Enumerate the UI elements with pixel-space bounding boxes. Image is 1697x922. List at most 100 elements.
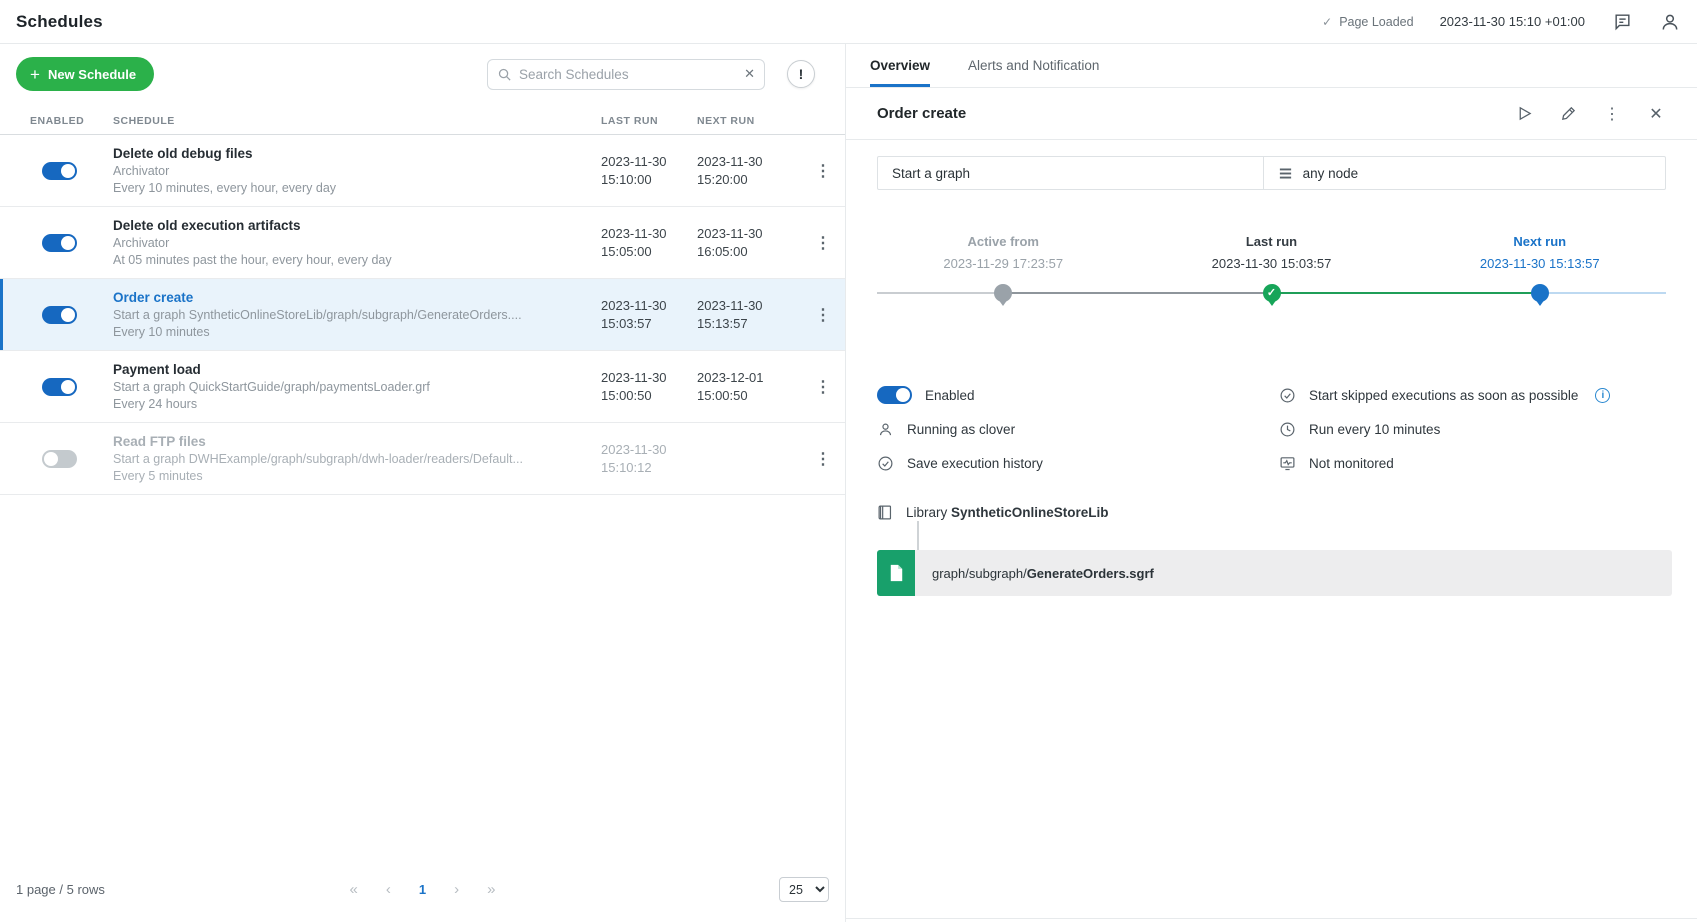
search-icon	[497, 67, 512, 82]
graph-file-path: graph/subgraph/GenerateOrders.sgrf	[932, 566, 1154, 581]
detail-title: Order create	[877, 105, 966, 122]
schedules-app: Schedules ✓ Page Loaded 2023-11-30 15:10…	[0, 0, 1697, 922]
tab-overview[interactable]: Overview	[870, 44, 930, 87]
next-page-icon[interactable]: ›	[454, 882, 459, 897]
timeline-next-run[interactable]: Next run 2023-11-30 15:13:57	[1420, 234, 1660, 271]
run-timeline: Active from 2023-11-29 17:23:57 Last run…	[877, 234, 1666, 304]
schedule-title: Delete old execution artifacts	[113, 216, 601, 235]
check-circle-icon	[1279, 387, 1296, 404]
schedule-recurrence: At 05 minutes past the hour, every hour,…	[113, 252, 601, 269]
schedule-subtitle: Start a graph SyntheticOnlineStoreLib/gr…	[113, 307, 601, 324]
pagination-bar: 1 page / 5 rows « ‹ 1 › » 25	[0, 863, 845, 922]
run-now-icon[interactable]	[1514, 104, 1534, 124]
feedback-icon[interactable]	[1611, 11, 1633, 33]
table-row[interactable]: Order create Start a graph SyntheticOnli…	[0, 279, 845, 351]
row-menu-icon[interactable]: ⋮	[801, 449, 845, 469]
detail-enabled-toggle[interactable]	[877, 386, 912, 404]
edit-icon[interactable]	[1558, 104, 1578, 124]
last-run-cell: 2023-11-3015:00:50	[601, 369, 697, 405]
timeline-segment	[1003, 292, 1271, 294]
enabled-toggle[interactable]	[42, 306, 77, 324]
col-last-run: LAST RUN	[601, 115, 697, 127]
col-schedule: SCHEDULE	[113, 115, 601, 127]
enabled-toggle[interactable]	[42, 234, 77, 252]
clock-icon	[1279, 421, 1296, 438]
topbar-right: ✓ Page Loaded 2023-11-30 15:10 +01:00	[1322, 11, 1681, 33]
col-next-run: NEXT RUN	[697, 115, 801, 127]
top-bar: Schedules ✓ Page Loaded 2023-11-30 15:10…	[0, 0, 1697, 44]
properties-left-column: Enabled Running as clover Save execution…	[877, 378, 1279, 480]
schedule-recurrence: Every 5 minutes	[113, 468, 601, 485]
pagination-summary: 1 page / 5 rows	[16, 882, 105, 897]
monitored-property: Not monitored	[1279, 446, 1666, 480]
main-body: + New Schedule ✕ ! ENABLED SCHEDULE LAST…	[0, 44, 1697, 922]
library-row: Library SyntheticOnlineStoreLib	[877, 504, 1666, 521]
user-icon[interactable]	[1659, 11, 1681, 33]
last-run-cell: 2023-11-3015:03:57	[601, 297, 697, 333]
row-menu-icon[interactable]: ⋮	[801, 377, 845, 397]
table-row[interactable]: Delete old debug files Archivator Every …	[0, 135, 845, 207]
timeline-last-run: Last run 2023-11-30 15:03:57	[1152, 234, 1392, 271]
table-row[interactable]: Payment load Start a graph QuickStartGui…	[0, 351, 845, 423]
library-book-icon	[877, 504, 894, 521]
table-row[interactable]: Delete old execution artifacts Archivato…	[0, 207, 845, 279]
schedule-subtitle: Start a graph QuickStartGuide/graph/paym…	[113, 379, 601, 396]
detail-actions: ⋮ ✕	[1514, 104, 1666, 124]
enabled-toggle[interactable]	[42, 162, 77, 180]
schedule-subtitle: Archivator	[113, 235, 601, 252]
timeline-segment	[1540, 292, 1666, 294]
properties-right-column: Start skipped executions as soon as poss…	[1279, 378, 1666, 480]
node-select[interactable]: any node	[1264, 157, 1665, 189]
schedules-list-panel: + New Schedule ✕ ! ENABLED SCHEDULE LAST…	[0, 44, 846, 922]
enabled-toggle[interactable]	[42, 450, 77, 468]
last-run-cell: 2023-11-3015:10:00	[601, 153, 697, 189]
row-menu-icon[interactable]: ⋮	[801, 161, 845, 181]
check-icon: ✓	[1322, 15, 1332, 29]
graph-file-row[interactable]: graph/subgraph/GenerateOrders.sgrf	[877, 550, 1672, 596]
row-menu-icon[interactable]: ⋮	[801, 305, 845, 325]
schedules-table: ENABLED SCHEDULE LAST RUN NEXT RUN Delet…	[0, 107, 845, 495]
timeline-segment	[877, 292, 1003, 294]
row-menu-icon[interactable]: ⋮	[801, 233, 845, 253]
schedule-detail-panel: Overview Alerts and Notification Order c…	[846, 44, 1697, 922]
enabled-toggle[interactable]	[42, 378, 77, 396]
schedule-title: Order create	[113, 288, 601, 307]
new-schedule-button[interactable]: + New Schedule	[16, 57, 154, 91]
schedule-type-select[interactable]: Start a graph	[878, 157, 1264, 189]
save-history-property: Save execution history	[877, 446, 1279, 480]
library-file-connector	[917, 521, 919, 550]
info-icon[interactable]: i	[1595, 388, 1610, 403]
table-row[interactable]: Read FTP files Start a graph DWHExample/…	[0, 423, 845, 495]
node-value: any node	[1303, 166, 1359, 181]
monitor-icon	[1279, 455, 1296, 472]
current-page[interactable]: 1	[419, 882, 426, 897]
schedule-recurrence: Every 24 hours	[113, 396, 601, 413]
page-loaded-status: ✓ Page Loaded	[1322, 15, 1413, 29]
timeline-track: ✓	[877, 292, 1666, 294]
detail-tabs: Overview Alerts and Notification	[846, 44, 1697, 88]
clear-search-icon[interactable]: ✕	[744, 66, 755, 82]
running-as-property: Running as clover	[877, 412, 1279, 446]
last-page-icon[interactable]: »	[487, 882, 495, 897]
last-run-cell: 2023-11-3015:10:12	[601, 441, 697, 477]
next-run-cell: 2023-11-3015:13:57	[697, 297, 801, 333]
close-detail-icon[interactable]: ✕	[1646, 104, 1666, 124]
schedule-type-value: Start a graph	[892, 166, 970, 181]
more-actions-icon[interactable]: ⋮	[1602, 104, 1622, 124]
page-title: Schedules	[16, 12, 103, 32]
pager: « ‹ 1 › »	[350, 882, 496, 897]
alerts-indicator-button[interactable]: !	[787, 60, 815, 88]
first-page-icon[interactable]: «	[350, 882, 358, 897]
next-run-cell: 2023-12-0115:00:50	[697, 369, 801, 405]
prev-page-icon[interactable]: ‹	[386, 882, 391, 897]
search-box: ✕	[487, 59, 765, 90]
schedule-recurrence: Every 10 minutes, every hour, every day	[113, 180, 601, 197]
page-size-select[interactable]: 25	[779, 877, 829, 902]
timeline-active-from: Active from 2023-11-29 17:23:57	[883, 234, 1123, 271]
table-header: ENABLED SCHEDULE LAST RUN NEXT RUN	[0, 107, 845, 135]
last-run-success-pin-icon: ✓	[1263, 284, 1281, 302]
search-input[interactable]	[519, 67, 737, 82]
tab-alerts-notification[interactable]: Alerts and Notification	[968, 44, 1099, 87]
schedule-subtitle: Start a graph DWHExample/graph/subgraph/…	[113, 451, 601, 468]
header-timestamp: 2023-11-30 15:10 +01:00	[1440, 14, 1585, 29]
